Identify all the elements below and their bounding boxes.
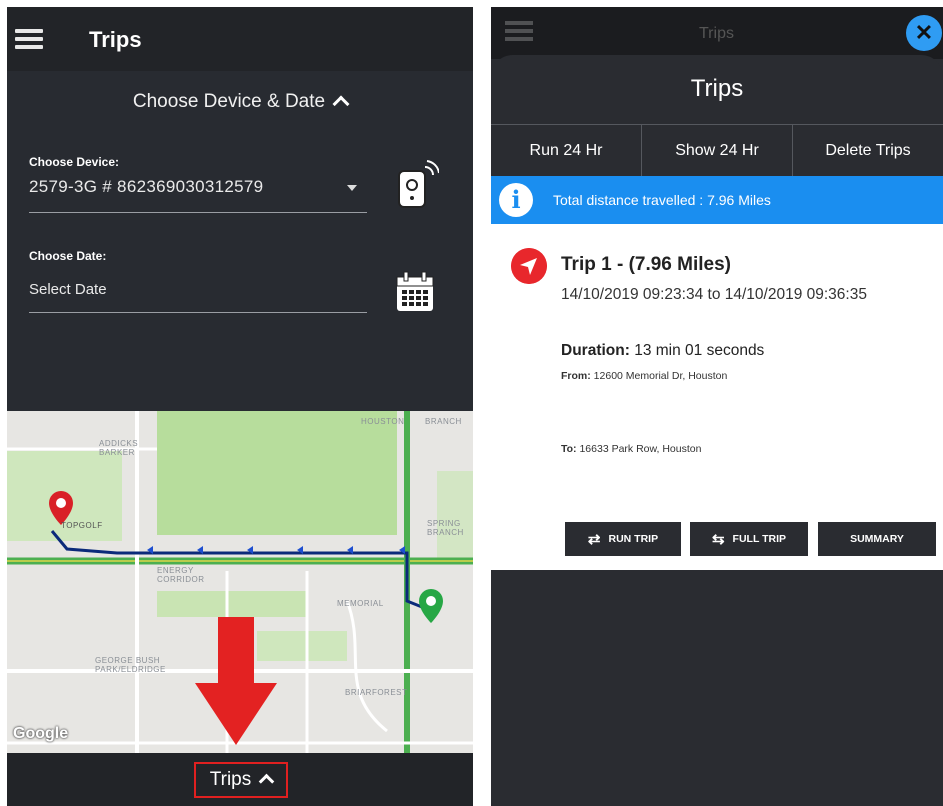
top-app-bar: Trips bbox=[7, 7, 473, 71]
tab-show-24-hr[interactable]: Show 24 Hr bbox=[642, 125, 793, 176]
full-trip-label: FULL TRIP bbox=[732, 533, 787, 545]
full-trip-button[interactable]: ⇆ FULL TRIP bbox=[690, 522, 808, 556]
menu-icon[interactable] bbox=[15, 29, 43, 49]
trip-to: To: 16633 Park Row, Houston bbox=[561, 443, 701, 455]
trip-duration: Duration: 13 min 01 seconds bbox=[561, 342, 764, 360]
chevron-up-icon bbox=[332, 95, 350, 113]
dimmed-title: Trips bbox=[699, 25, 734, 42]
dropdown-caret-icon bbox=[347, 185, 357, 191]
summary-button[interactable]: SUMMARY bbox=[818, 522, 936, 556]
calendar-icon[interactable] bbox=[395, 271, 435, 313]
from-label: From: bbox=[561, 370, 591, 382]
duration-label: Duration: bbox=[561, 342, 630, 359]
dimmed-app-bar: Trips bbox=[491, 7, 943, 59]
run-trip-button[interactable]: ⇄ RUN TRIP bbox=[565, 522, 681, 556]
trips-bottom-sheet: Trips Run 24 Hr Show 24 Hr Delete Trips … bbox=[491, 55, 943, 806]
close-icon[interactable]: ✕ bbox=[906, 15, 942, 51]
end-marker-icon bbox=[419, 589, 443, 623]
chooser-heading: Choose Device & Date bbox=[132, 91, 326, 112]
date-input[interactable]: Select Date bbox=[29, 281, 367, 313]
page-title: Trips bbox=[89, 27, 142, 52]
date-placeholder: Select Date bbox=[29, 281, 107, 298]
tab-delete-trips[interactable]: Delete Trips bbox=[793, 125, 943, 176]
tab-run-24-hr[interactable]: Run 24 Hr bbox=[491, 125, 642, 176]
route-play-icon: ⇄ bbox=[587, 531, 601, 548]
device-value: 2579-3G # 862369030312579 bbox=[29, 177, 264, 196]
to-label: To: bbox=[561, 443, 577, 455]
trips-button-label: Trips bbox=[209, 769, 252, 790]
sheet-title: Trips bbox=[690, 75, 744, 102]
run-trip-label: RUN TRIP bbox=[608, 533, 659, 545]
trip-title: Trip 1 - (7.96 Miles) bbox=[561, 254, 731, 275]
map-label: GEORGE BUSH PARK/ELDRIDGE bbox=[95, 656, 166, 674]
trips-sheet-button[interactable]: Trips bbox=[194, 762, 288, 798]
trip-card[interactable]: Trip 1 - (7.96 Miles) 14/10/2019 09:23:3… bbox=[491, 224, 943, 570]
from-address: 12600 Memorial Dr, Houston bbox=[593, 370, 728, 382]
map-label: BRANCH bbox=[425, 417, 462, 426]
chevron-up-icon bbox=[258, 773, 275, 790]
trip-from: From: 12600 Memorial Dr, Houston bbox=[561, 370, 727, 382]
device-select[interactable]: 2579-3G # 862369030312579 bbox=[29, 177, 367, 213]
navigation-icon bbox=[511, 248, 547, 284]
trips-screen-left: Trips Choose Device & Date Choose Device… bbox=[7, 7, 473, 806]
info-icon: i bbox=[499, 183, 533, 217]
map-label: SPRING BRANCH bbox=[427, 519, 464, 537]
map-label: MEMORIAL bbox=[337, 599, 384, 608]
menu-icon bbox=[505, 21, 533, 41]
to-address: 16633 Park Row, Houston bbox=[579, 443, 702, 455]
choose-device-date-toggle[interactable]: Choose Device & Date bbox=[7, 71, 473, 133]
device-label: Choose Device: bbox=[29, 155, 120, 169]
device-tracker-icon[interactable] bbox=[395, 157, 439, 209]
date-label: Choose Date: bbox=[29, 249, 107, 263]
trip-time-range: 14/10/2019 09:23:34 to 14/10/2019 09:36:… bbox=[561, 286, 867, 303]
trip-tabs: Run 24 Hr Show 24 Hr Delete Trips bbox=[491, 124, 943, 176]
map-label: BRIARFOREST bbox=[345, 688, 408, 697]
map-label: ADDICKS BARKER bbox=[99, 439, 139, 457]
map-label: TOPGOLF bbox=[61, 521, 103, 530]
full-route-icon: ⇆ bbox=[711, 531, 725, 548]
total-distance-text: Total distance travelled : 7.96 Miles bbox=[553, 192, 771, 208]
distance-info-banner: i Total distance travelled : 7.96 Miles bbox=[491, 176, 943, 224]
trips-screen-right: Trips Trips Run 24 Hr Show 24 Hr Delete … bbox=[491, 7, 943, 806]
map-label: ENERGY CORRIDOR bbox=[157, 566, 205, 584]
google-logo: Google bbox=[13, 725, 69, 742]
duration-value: 13 min 01 seconds bbox=[634, 342, 765, 359]
bottom-bar: Trips bbox=[7, 753, 473, 806]
trip-map[interactable]: HOUSTON BRANCH ADDICKS BARKER ENERGY COR… bbox=[7, 411, 473, 753]
map-label: HOUSTON bbox=[361, 417, 405, 426]
